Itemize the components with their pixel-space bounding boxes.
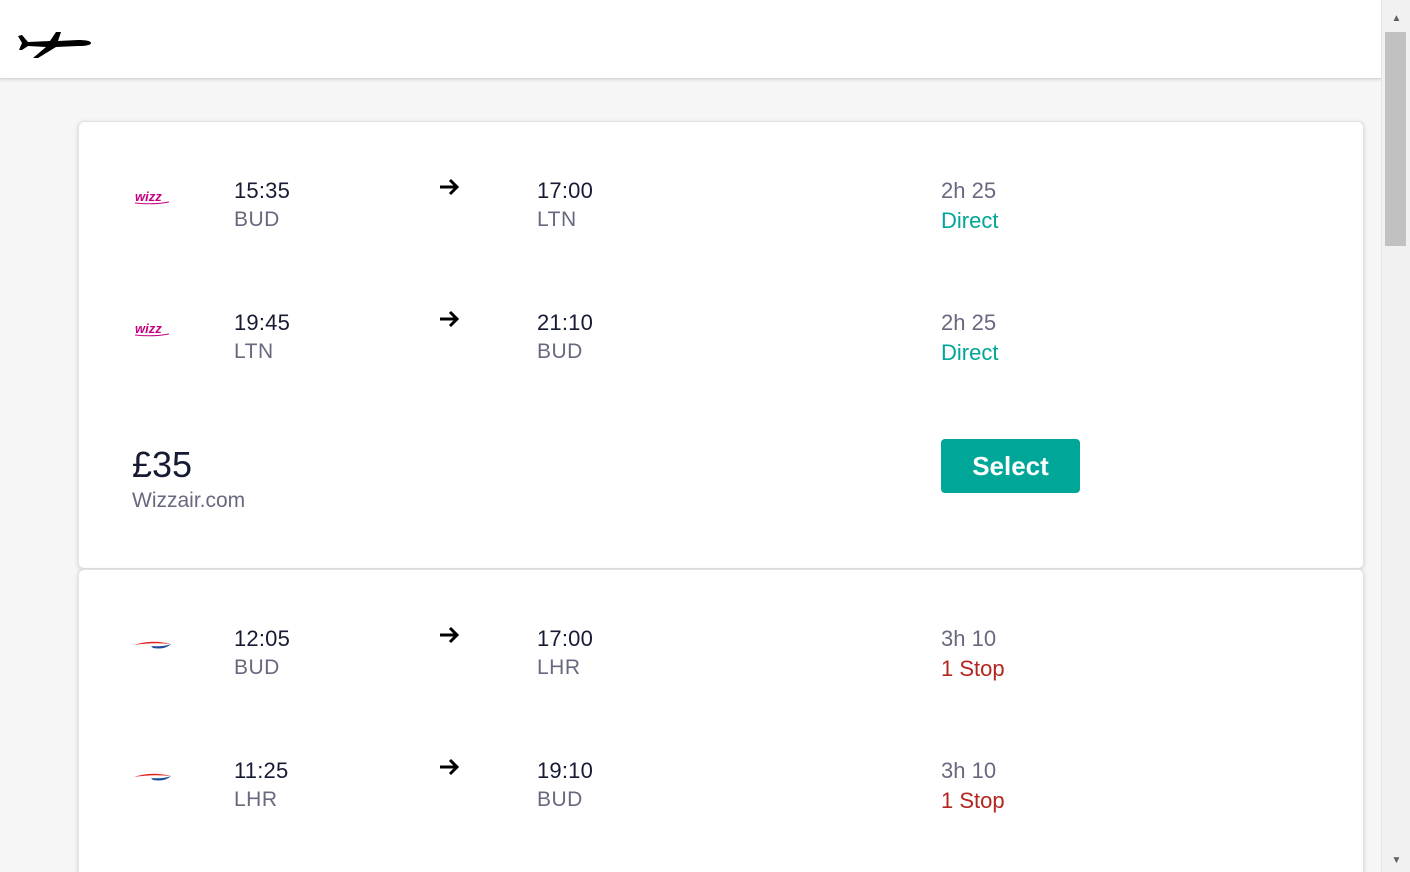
price: £35 [132,444,193,485]
wizzair-logo-icon: wizz [134,189,170,205]
flight-duration: 2h 25 [941,310,997,335]
arrow-right-icon [440,758,460,776]
british-airways-logo-icon [134,641,171,649]
flight-duration: 2h 25 [941,178,997,203]
airplane-icon[interactable] [16,22,94,62]
departure-time: 12:05 [234,626,291,651]
flight-result-card[interactable]: wizz 15:35 BUD 17:00 LTN 2h 25 Direct wi… [78,121,1364,569]
stops-label: 1 Stop [941,788,1005,813]
svg-text:wizz: wizz [135,189,162,204]
departure-time: 11:25 [234,758,289,783]
arrow-right-icon [440,178,460,196]
flight-leg-outbound: 12:05 BUD 17:00 LHR 3h 10 1 Stop [79,626,1363,696]
select-button[interactable]: Select [941,439,1080,493]
arrival-time: 17:00 [537,626,594,651]
departure-time: 19:45 [234,310,291,335]
flight-duration: 3h 10 [941,626,997,651]
flight-leg-outbound: wizz 15:35 BUD 17:00 LTN 2h 25 Direct [79,178,1363,248]
departure-airport: BUD [234,656,280,679]
arrival-time: 21:10 [537,310,594,335]
stops-label: Direct [941,208,999,233]
stops-label: Direct [941,340,999,365]
flight-leg-return: wizz 19:45 LTN 21:10 BUD 2h 25 Direct [79,310,1363,380]
arrow-right-icon [440,310,460,328]
arrival-airport: LHR [537,656,581,679]
arrival-airport: BUD [537,340,583,363]
top-bar [0,0,1381,79]
flight-duration: 3h 10 [941,758,997,783]
provider-name: Wizzair.com [132,489,246,512]
british-airways-logo-icon [134,773,171,781]
arrival-airport: BUD [537,788,583,811]
flight-result-card[interactable]: 12:05 BUD 17:00 LHR 3h 10 1 Stop 11:25 L… [78,569,1364,872]
departure-airport: LHR [234,788,278,811]
departure-time: 15:35 [234,178,291,203]
svg-text:wizz: wizz [135,321,162,336]
arrival-time: 19:10 [537,758,594,783]
departure-airport: BUD [234,208,280,231]
wizzair-logo-icon: wizz [134,321,170,337]
arrival-airport: LTN [537,208,577,231]
flight-leg-return: 11:25 LHR 19:10 BUD 3h 10 1 Stop [79,758,1363,828]
scroll-down-icon[interactable]: ▼ [1382,852,1410,870]
vertical-scrollbar[interactable]: ▲ ▼ [1381,0,1410,872]
departure-airport: LTN [234,340,274,363]
stops-label: 1 Stop [941,656,1005,681]
scrollbar-thumb[interactable] [1385,32,1406,246]
arrow-right-icon [440,626,460,644]
page-viewport: wizz 15:35 BUD 17:00 LTN 2h 25 Direct wi… [0,0,1381,872]
scroll-up-icon[interactable]: ▲ [1382,10,1410,28]
arrival-time: 17:00 [537,178,594,203]
